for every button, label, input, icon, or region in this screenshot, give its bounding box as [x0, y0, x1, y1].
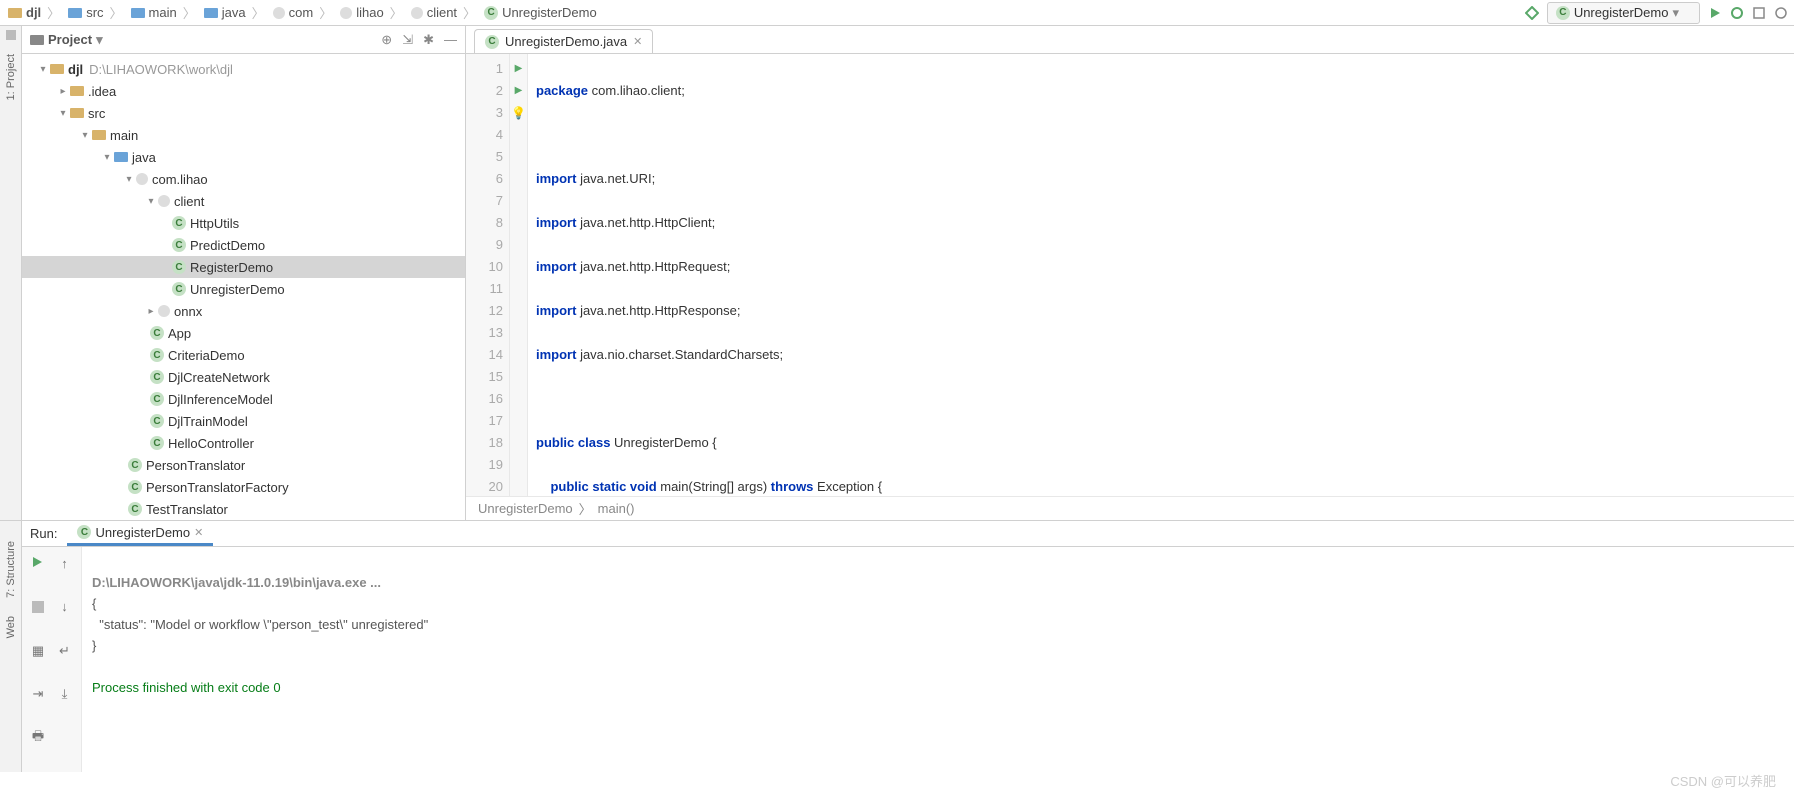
crumb-com[interactable]: com〉 [271, 3, 337, 22]
print-icon[interactable]: 🖶 [28, 728, 48, 748]
run-icon[interactable] [1708, 6, 1722, 20]
code-editor[interactable]: package com.lihao.client; import java.ne… [528, 54, 1794, 496]
close-tab-icon[interactable]: ✕ [633, 35, 642, 48]
crumb-lihao[interactable]: lihao〉 [338, 3, 406, 22]
run-toolbar: ↑ ↓ ▦ ↵ ⇥ ⤓ 🖶 [22, 547, 82, 772]
scroll-icon[interactable]: ⤓ [55, 684, 75, 704]
crumb-client[interactable]: client〉 [409, 3, 480, 22]
run-config-selector[interactable]: UnregisterDemo▾ [1547, 2, 1700, 24]
tree-src[interactable]: ▾src [22, 102, 465, 124]
intention-bulb-icon[interactable]: 💡 [510, 102, 527, 124]
coverage-icon[interactable] [1752, 6, 1766, 20]
settings-icon[interactable]: ✱ [423, 32, 434, 48]
watermark: CSDN @可以养肥 [1670, 771, 1776, 790]
project-tool-window: Project ▾ ⊕ ⇲ ✱ — ▾djlD:\LIHAOWORK\work\… [22, 26, 466, 520]
side-tab-web[interactable]: Web [5, 616, 17, 638]
side-tab-structure[interactable]: 7: Structure [5, 541, 17, 598]
debug-icon[interactable] [1730, 6, 1744, 20]
close-run-tab-icon[interactable]: ✕ [194, 526, 203, 539]
expand-icon[interactable]: ⇲ [402, 32, 413, 48]
tree-client[interactable]: ▾client [22, 190, 465, 212]
tree-file-app[interactable]: App [22, 322, 465, 344]
locate-icon[interactable]: ⊕ [381, 32, 392, 48]
run-gutter-icon[interactable]: ▶ [510, 58, 527, 80]
project-tree[interactable]: ▾djlD:\LIHAOWORK\work\djl ▸.idea ▾src ▾m… [22, 54, 465, 520]
tree-file-httputils[interactable]: HttpUtils [22, 212, 465, 234]
editor-panel: UnregisterDemo.java✕ 1234567891011121314… [466, 26, 1794, 520]
crumb-class[interactable]: UnregisterDemo [482, 5, 599, 20]
crumb-src[interactable]: src〉 [66, 3, 126, 22]
tree-file-hellocontroller[interactable]: HelloController [22, 432, 465, 454]
annotation-gutter[interactable]: ▶ ▶ 💡 [510, 54, 528, 496]
tree-root[interactable]: ▾djlD:\LIHAOWORK\work\djl [22, 58, 465, 80]
wrap-icon[interactable]: ↵ [55, 641, 75, 661]
crumb-main[interactable]: main〉 [129, 3, 200, 22]
run-gutter-icon[interactable]: ▶ [510, 80, 527, 102]
tree-file-djlinferencemodel[interactable]: DjlInferenceModel [22, 388, 465, 410]
tree-onnx[interactable]: ▸onnx [22, 300, 465, 322]
editor-tab[interactable]: UnregisterDemo.java✕ [474, 29, 653, 53]
tree-file-testtranslator[interactable]: TestTranslator [22, 498, 465, 520]
tree-pkg[interactable]: ▾com.lihao [22, 168, 465, 190]
hide-icon[interactable]: — [444, 32, 457, 48]
breadcrumb-bar: djl〉 src〉 main〉 java〉 com〉 lihao〉 client… [0, 0, 1794, 26]
down-icon[interactable]: ↓ [55, 597, 75, 617]
tree-file-persontranslator[interactable]: PersonTranslator [22, 454, 465, 476]
tree-java[interactable]: ▾java [22, 146, 465, 168]
up-icon[interactable]: ↑ [55, 553, 75, 573]
stop-icon[interactable] [28, 597, 48, 617]
tree-file-registerdemo[interactable]: RegisterDemo [22, 256, 465, 278]
editor-breadcrumb[interactable]: UnregisterDemo〉main() [466, 496, 1794, 520]
run-label: Run: [30, 526, 57, 541]
tree-file-djltrainmodel[interactable]: DjlTrainModel [22, 410, 465, 432]
run-console[interactable]: D:\LIHAOWORK\java\jdk-11.0.19\bin\java.e… [82, 547, 1794, 772]
tree-main[interactable]: ▾main [22, 124, 465, 146]
left-tool-strip-lower: 7: Structure Web [0, 521, 22, 772]
side-tab-project[interactable]: 1: Project [5, 54, 17, 100]
tree-file-djlcreatenetwork[interactable]: DjlCreateNetwork [22, 366, 465, 388]
run-tab[interactable]: UnregisterDemo✕ [67, 522, 213, 546]
export-icon[interactable]: ⇥ [28, 684, 48, 704]
crumb-djl[interactable]: djl〉 [6, 3, 64, 22]
tree-file-predictdemo[interactable]: PredictDemo [22, 234, 465, 256]
tree-file-persontranslatorfactory[interactable]: PersonTranslatorFactory [22, 476, 465, 498]
project-view-selector[interactable]: Project ▾ [30, 32, 103, 48]
build-icon[interactable] [1525, 6, 1539, 20]
editor-tab-bar: UnregisterDemo.java✕ [466, 26, 1794, 54]
rerun-icon[interactable] [28, 553, 48, 573]
profile-icon[interactable] [1774, 6, 1788, 20]
layout-icon[interactable]: ▦ [28, 641, 48, 661]
tree-file-unregisterdemo[interactable]: UnregisterDemo [22, 278, 465, 300]
crumb-java[interactable]: java〉 [202, 3, 269, 22]
left-tool-strip: 1: Project [0, 26, 22, 520]
tree-idea[interactable]: ▸.idea [22, 80, 465, 102]
bookmark-icon[interactable] [6, 30, 16, 40]
tree-file-criteriademo[interactable]: CriteriaDemo [22, 344, 465, 366]
run-tool-window: 7: Structure Web Run: UnregisterDemo✕ ↑ … [0, 520, 1794, 772]
line-gutter[interactable]: 1234567891011121314151617181920 [466, 54, 510, 496]
